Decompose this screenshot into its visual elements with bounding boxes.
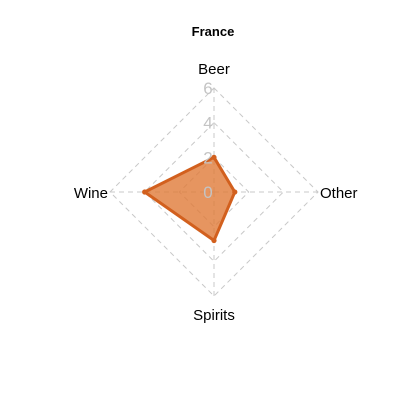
axis-label-beer: Beer	[198, 61, 230, 78]
chart-title: France	[192, 24, 235, 39]
data-point-spirits	[211, 237, 217, 244]
radar-data-layer	[142, 154, 238, 244]
axis-label-other: Other	[320, 185, 358, 202]
tick-label-0: 0	[203, 183, 212, 202]
radar-chart: France 0 2 4 6 Beer Other Spirits Wine	[0, 0, 400, 400]
tick-label-6: 6	[203, 79, 212, 98]
axis-label-wine: Wine	[74, 185, 108, 202]
data-point-wine	[142, 189, 148, 195]
data-point-other	[232, 189, 238, 195]
tick-label-4: 4	[203, 114, 212, 133]
radar-tick-labels: 0 2 4 6	[203, 79, 212, 202]
axis-label-spirits: Spirits	[193, 307, 235, 324]
tick-label-2: 2	[203, 148, 212, 167]
data-area	[143, 155, 237, 243]
radar-chart-svg: France 0 2 4 6 Beer Other Spirits Wine	[74, 24, 358, 324]
